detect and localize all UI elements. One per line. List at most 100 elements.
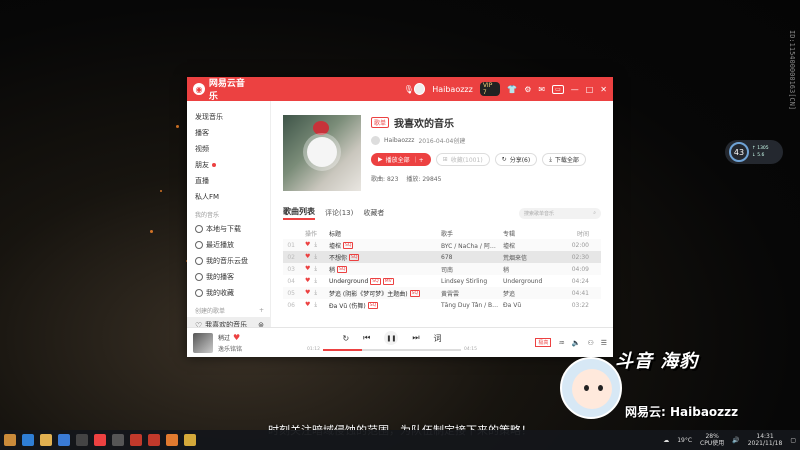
- username[interactable]: Haibaozzz: [432, 85, 473, 94]
- sidebar-item-my-podcast[interactable]: 我的播客: [187, 269, 270, 285]
- creator-name[interactable]: Haibaozzz: [384, 137, 414, 144]
- next-icon[interactable]: ⏭: [412, 333, 419, 343]
- sidebar-item-discover[interactable]: 发现音乐: [187, 109, 270, 125]
- download-icon[interactable]: ⤓: [314, 241, 317, 249]
- playlist-search-input[interactable]: 搜索歌单音乐 ⌕: [519, 207, 601, 219]
- like-heart-icon[interactable]: ♥: [305, 277, 310, 285]
- song-title[interactable]: 梦追 (阴影《梦可梦》主题曲): [329, 289, 408, 298]
- like-heart-icon[interactable]: ♥: [305, 301, 310, 309]
- share-button[interactable]: ↻ 分享(6): [494, 153, 538, 166]
- download-icon[interactable]: ⤓: [314, 253, 317, 261]
- play-all-button[interactable]: ▶ 播放全部 ｜+: [371, 153, 431, 166]
- now-playing-artist[interactable]: 逸乐铭铭: [218, 344, 242, 353]
- mail-icon[interactable]: ✉: [538, 85, 545, 94]
- sidebar-item-cloud[interactable]: 我的音乐云盘: [187, 253, 270, 269]
- now-playing-title[interactable]: 稍过: [218, 333, 230, 342]
- sidebar-item-live[interactable]: 直播: [187, 173, 270, 189]
- like-heart-icon[interactable]: ♥: [305, 253, 310, 261]
- progress-bar[interactable]: [322, 348, 462, 351]
- table-row[interactable]: 02 ♥ ⤓ 不想你 SQ 678 荒烟来信 02:30: [283, 251, 601, 263]
- collect-button[interactable]: ⊞ 收藏(1001): [435, 153, 490, 166]
- minimize-icon[interactable]: —: [571, 85, 579, 94]
- loop-icon[interactable]: ↻: [342, 334, 349, 343]
- download-icon[interactable]: ⤓: [314, 265, 317, 273]
- header-time[interactable]: 时间: [559, 229, 589, 238]
- pause-button[interactable]: ❚❚: [384, 331, 399, 345]
- previous-icon[interactable]: ⏮: [363, 333, 370, 343]
- sidebar-item-video[interactable]: 视频: [187, 141, 270, 157]
- sidebar-item-fm[interactable]: 私人FM: [187, 189, 270, 205]
- song-title[interactable]: Đa Vũ (伤舞): [329, 301, 366, 310]
- mini-mode-button[interactable]: ▭: [552, 84, 564, 94]
- add-playlist-icon[interactable]: +: [259, 307, 264, 314]
- lyrics-icon[interactable]: 词: [434, 333, 442, 344]
- folder-icon[interactable]: [40, 434, 52, 446]
- edge-icon[interactable]: [22, 434, 34, 446]
- weather-icon[interactable]: ☁: [663, 437, 669, 444]
- header-album[interactable]: 专辑: [503, 229, 559, 238]
- close-icon[interactable]: ✕: [600, 85, 607, 94]
- app-icon[interactable]: [148, 434, 160, 446]
- app-icon[interactable]: [58, 434, 70, 446]
- song-title[interactable]: 墟棺: [329, 241, 341, 250]
- download-all-button[interactable]: ⤓ 下载全部: [542, 153, 586, 166]
- song-album[interactable]: Underground: [503, 278, 559, 285]
- song-album[interactable]: 荒烟来信: [503, 253, 559, 262]
- skin-icon[interactable]: 👕: [507, 85, 517, 94]
- quality-button[interactable]: 极高: [535, 338, 552, 347]
- song-album[interactable]: 梦追: [503, 289, 559, 298]
- song-title[interactable]: 稍: [329, 265, 335, 274]
- song-title[interactable]: 不想你: [329, 253, 347, 262]
- notification-icon[interactable]: ▢: [790, 437, 796, 444]
- vip-badge[interactable]: VIP 7: [479, 82, 501, 96]
- table-row[interactable]: 04 ♥ ⤓ Underground SQ MV Lindsey Stirling Under…: [283, 275, 601, 287]
- now-playing-cover[interactable]: [193, 332, 213, 353]
- start-icon[interactable]: [4, 434, 16, 446]
- app-icon[interactable]: [130, 434, 142, 446]
- tab-song-list[interactable]: 歌曲列表: [283, 206, 315, 220]
- microphone-icon[interactable]: 🎙: [404, 85, 414, 94]
- creator-avatar[interactable]: [371, 136, 380, 145]
- header-title[interactable]: 标题: [329, 229, 441, 238]
- download-icon[interactable]: ⤓: [314, 277, 317, 285]
- table-row[interactable]: 06 ♥ ⤓ Đa Vũ (伤舞) SQ Tăng Duy Tân / B… Đa Vũ 03…: [283, 299, 601, 311]
- song-album[interactable]: Đa Vũ: [503, 302, 559, 309]
- tab-comments[interactable]: 评论(13): [325, 208, 353, 218]
- search-icon[interactable]: ⌕: [593, 210, 596, 216]
- tab-collectors[interactable]: 收藏者: [363, 208, 384, 218]
- song-artist[interactable]: BYC / NaCha / 阿…: [441, 241, 503, 250]
- song-artist[interactable]: 司南: [441, 265, 503, 274]
- download-icon[interactable]: ⤓: [314, 301, 317, 309]
- like-heart-icon[interactable]: ♥: [305, 241, 310, 249]
- weather-temp[interactable]: 19°C: [677, 437, 692, 444]
- maximize-icon[interactable]: □: [586, 85, 594, 94]
- sidebar-item-collection[interactable]: 我的收藏: [187, 285, 270, 301]
- sidebar-item-podcast[interactable]: 播客: [187, 125, 270, 141]
- settings-icon[interactable]: ⚙: [524, 85, 531, 94]
- app-icon[interactable]: [112, 434, 124, 446]
- sidebar-item-friends[interactable]: 朋友: [187, 157, 270, 173]
- app-icon[interactable]: [166, 434, 178, 446]
- table-row[interactable]: 05 ♥ ⤓ 梦追 (阴影《梦可梦》主题曲) SQ 黄霄雲 梦追 04:41: [283, 287, 601, 299]
- song-album[interactable]: 墟棺: [503, 241, 559, 250]
- app-icon[interactable]: [76, 434, 88, 446]
- song-album[interactable]: 稍: [503, 265, 559, 274]
- network-speed-widget[interactable]: 43 ↑ 1305 ↓ 5.6: [725, 140, 783, 164]
- app-icon[interactable]: [184, 434, 196, 446]
- clock[interactable]: 14:31 2021/11/18: [748, 433, 783, 447]
- like-heart-icon[interactable]: ♥: [305, 289, 310, 297]
- netease-music-taskbar-icon[interactable]: [94, 434, 106, 446]
- app-logo[interactable]: ◉ 网易云音乐: [193, 77, 254, 102]
- table-row[interactable]: 03 ♥ ⤓ 稍 SQ 司南稍 04:09: [283, 263, 601, 275]
- song-artist[interactable]: Lindsey Stirling: [441, 278, 503, 285]
- add-to-queue-icon[interactable]: ｜+: [413, 155, 424, 164]
- like-heart-icon[interactable]: ♥: [305, 265, 310, 273]
- sidebar-item-local-download[interactable]: 本地与下载: [187, 221, 270, 237]
- download-icon[interactable]: ⤓: [314, 289, 317, 297]
- user-avatar[interactable]: [413, 83, 426, 95]
- song-title[interactable]: Underground: [329, 278, 368, 285]
- sidebar-item-recent[interactable]: 最近播放: [187, 237, 270, 253]
- song-artist[interactable]: 678: [441, 254, 503, 261]
- song-artist[interactable]: Tăng Duy Tân / B…: [441, 302, 503, 309]
- table-row[interactable]: 01 ♥ ⤓ 墟棺 SQ BYC / NaCha / 阿… 墟棺 02:00: [283, 239, 601, 251]
